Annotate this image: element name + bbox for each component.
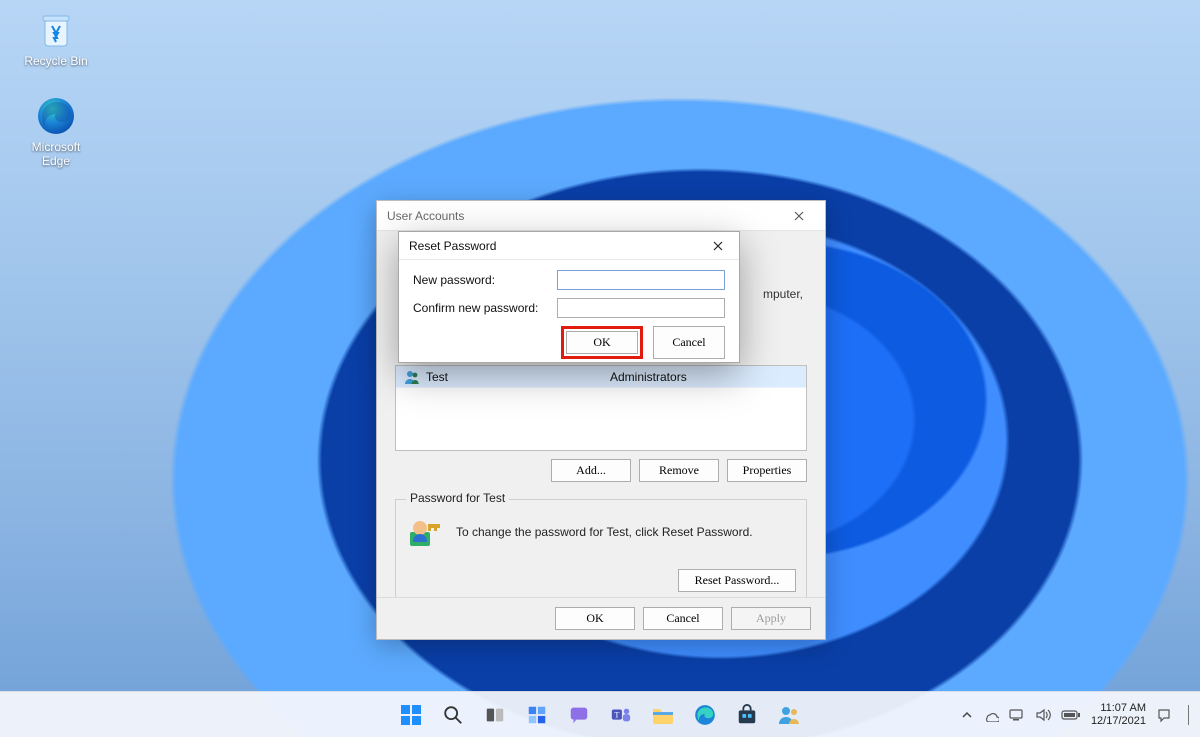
volume-icon[interactable] — [1035, 708, 1051, 722]
desktop-icon-edge[interactable]: Microsoft Edge — [18, 94, 94, 168]
dialog-title: Reset Password — [409, 239, 701, 253]
taskbar-center: T — [393, 692, 807, 737]
user-group: Administrators — [610, 370, 800, 384]
cancel-button[interactable]: Cancel — [643, 607, 723, 630]
start-button[interactable] — [393, 697, 429, 733]
desktop-icon-label: Microsoft Edge — [18, 140, 94, 168]
store-icon — [736, 704, 758, 726]
notifications-icon[interactable] — [1156, 707, 1172, 723]
user-accounts-taskbar-button[interactable] — [771, 697, 807, 733]
reset-password-dialog[interactable]: Reset Password New password: Confirm new… — [398, 231, 740, 363]
edge-icon — [34, 94, 78, 138]
users-listbox[interactable]: Test Administrators — [395, 365, 807, 451]
cancel-button[interactable]: Cancel — [653, 326, 725, 359]
apply-button: Apply — [731, 607, 811, 630]
confirm-password-input[interactable] — [557, 298, 725, 318]
teams-button[interactable]: T — [603, 697, 639, 733]
new-password-label: New password: — [413, 273, 557, 287]
task-view-icon — [484, 704, 506, 726]
task-view-button[interactable] — [477, 697, 513, 733]
edge-icon — [693, 703, 717, 727]
add-button[interactable]: Add... — [551, 459, 631, 482]
widgets-button[interactable] — [519, 697, 555, 733]
desktop[interactable]: Recycle Bin Microsoft Edge User Accounts — [0, 0, 1200, 737]
password-user-icon — [408, 514, 444, 550]
file-explorer-button[interactable] — [645, 697, 681, 733]
system-tray[interactable] — [961, 708, 1081, 722]
network-icon[interactable] — [1009, 709, 1025, 721]
reset-password-button[interactable]: Reset Password... — [678, 569, 796, 592]
properties-button[interactable]: Properties — [727, 459, 807, 482]
password-fieldset: Password for Test To change the password… — [395, 499, 807, 601]
desktop-icon-label: Recycle Bin — [18, 54, 94, 68]
battery-icon[interactable] — [1061, 709, 1081, 721]
chat-icon — [568, 704, 590, 726]
folder-icon — [651, 704, 675, 726]
users-icon — [777, 703, 801, 727]
remove-button[interactable]: Remove — [639, 459, 719, 482]
taskbar[interactable]: T — [0, 691, 1200, 737]
close-icon — [794, 211, 804, 221]
widgets-icon — [526, 704, 548, 726]
show-desktop-button[interactable] — [1188, 705, 1192, 725]
close-button[interactable] — [701, 234, 735, 258]
close-icon — [713, 241, 723, 251]
new-password-input[interactable] — [557, 270, 725, 290]
user-row[interactable]: Test Administrators — [396, 366, 806, 388]
onedrive-icon[interactable] — [983, 708, 999, 722]
chat-button[interactable] — [561, 697, 597, 733]
titlebar[interactable]: Reset Password — [399, 232, 739, 260]
fieldset-legend: Password for Test — [406, 491, 509, 505]
svg-text:T: T — [614, 710, 619, 719]
clock-date: 12/17/2021 — [1091, 715, 1146, 728]
dialog-body: New password: Confirm new password: OK C… — [399, 260, 739, 367]
ok-button[interactable]: OK — [566, 331, 638, 354]
titlebar[interactable]: User Accounts — [377, 201, 825, 231]
user-name: Test — [422, 370, 610, 384]
window-title: User Accounts — [387, 209, 779, 223]
windows-start-icon — [399, 703, 423, 727]
password-text: To change the password for Test, click R… — [456, 525, 753, 539]
search-button[interactable] — [435, 697, 471, 733]
dialog-bottom-bar: OK Cancel Apply — [377, 597, 825, 639]
chevron-up-icon[interactable] — [961, 709, 973, 721]
recycle-bin-icon — [34, 8, 78, 52]
user-buttons-row: Add... Remove Properties — [551, 459, 807, 482]
ok-button[interactable]: OK — [555, 607, 635, 630]
close-button[interactable] — [779, 202, 819, 230]
ok-highlight-annotation: OK — [561, 326, 643, 359]
taskbar-right: 11:07 AM 12/17/2021 — [961, 692, 1192, 737]
confirm-password-label: Confirm new password: — [413, 301, 557, 315]
taskbar-clock[interactable]: 11:07 AM 12/17/2021 — [1091, 702, 1146, 728]
hint-text-fragment: mputer, — [763, 287, 803, 301]
clock-time: 11:07 AM — [1091, 702, 1146, 715]
store-button[interactable] — [729, 697, 765, 733]
edge-button[interactable] — [687, 697, 723, 733]
user-icon — [402, 369, 422, 385]
teams-icon: T — [610, 704, 632, 726]
desktop-icon-recycle-bin[interactable]: Recycle Bin — [18, 8, 94, 68]
search-icon — [442, 704, 464, 726]
